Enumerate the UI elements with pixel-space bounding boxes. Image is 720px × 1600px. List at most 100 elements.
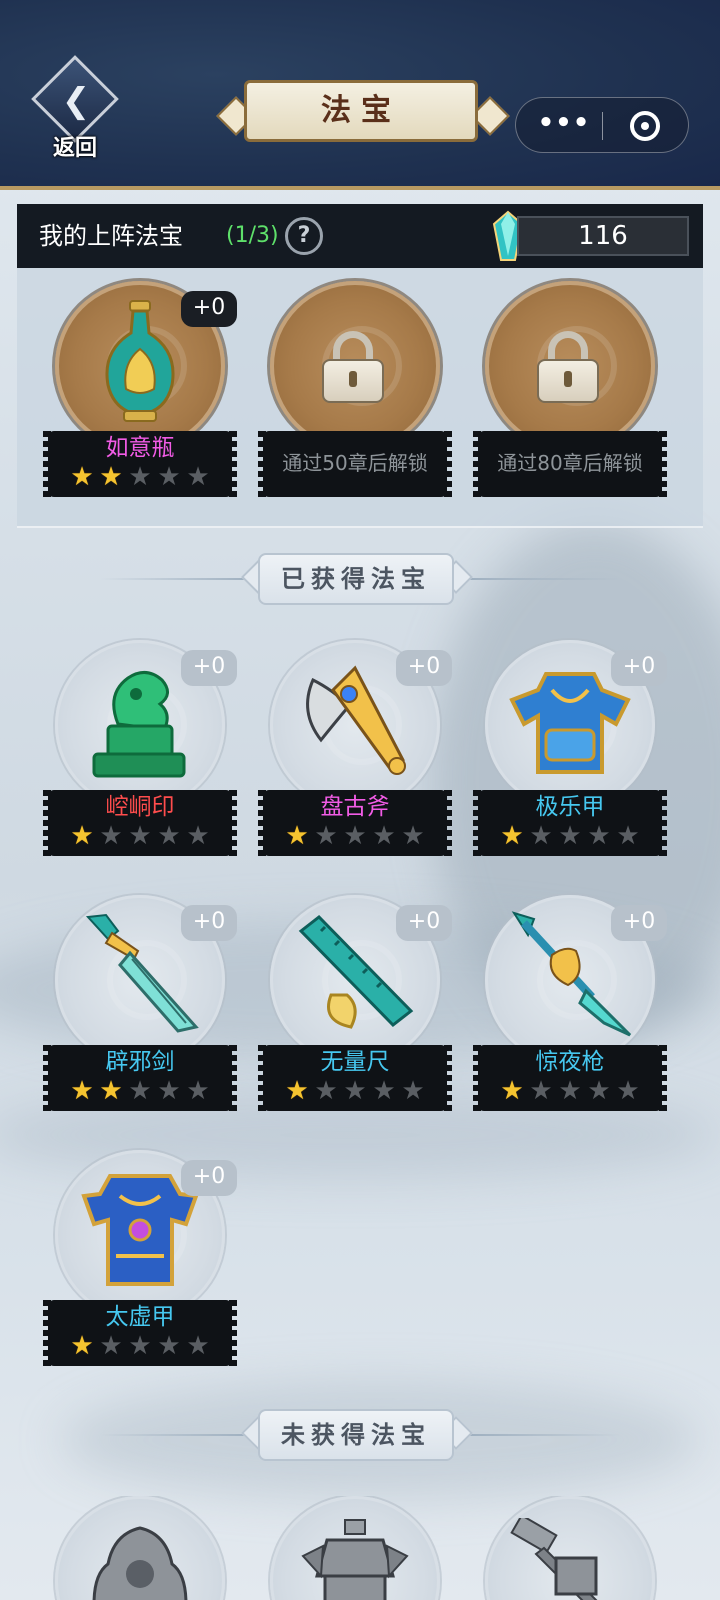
vase-icon bbox=[105, 300, 175, 422]
star-empty-icon: ★ bbox=[401, 1076, 425, 1106]
level-badge: +0 bbox=[181, 905, 237, 941]
star-empty-icon: ★ bbox=[186, 1076, 210, 1106]
equipped-slot-2-locked[interactable]: 通过50章后解锁 bbox=[258, 281, 452, 497]
name-plate: 如意瓶 ★ ★ ★ ★ ★ bbox=[43, 431, 237, 497]
star-empty-icon: ★ bbox=[372, 1076, 396, 1106]
equipped-slot-1[interactable]: +0 如意瓶 ★ ★ ★ ★ ★ bbox=[43, 281, 237, 497]
level-badge: +0 bbox=[181, 1160, 237, 1196]
tripod-icon bbox=[301, 1519, 409, 1600]
axe-icon bbox=[306, 665, 406, 775]
star-empty-icon: ★ bbox=[157, 1331, 181, 1361]
equipped-title: 我的上阵法宝 bbox=[39, 222, 183, 250]
star-empty-icon: ★ bbox=[343, 821, 367, 851]
name-plate: 极乐甲 ★ ★ ★ ★ ★ bbox=[473, 790, 667, 856]
not-obtained-section-header: 未获得法宝 bbox=[0, 1405, 720, 1465]
star-empty-icon: ★ bbox=[372, 821, 396, 851]
level-badge: +0 bbox=[181, 291, 237, 327]
star-rating: ★ ★ ★ ★ ★ bbox=[68, 1332, 218, 1360]
back-arrow-icon: ❮ bbox=[61, 81, 91, 121]
unlock-requirement: 通过80章后解锁 bbox=[497, 451, 643, 475]
star-empty-icon: ★ bbox=[186, 821, 210, 851]
item-name: 崆峒印 bbox=[105, 794, 175, 820]
star-filled-icon: ★ bbox=[70, 1331, 94, 1361]
locked-treasure-card[interactable] bbox=[48, 1496, 232, 1600]
treasure-card[interactable]: +0 盘古斧 ★ ★ ★ ★ ★ bbox=[258, 640, 452, 856]
star-empty-icon: ★ bbox=[186, 462, 210, 492]
star-empty-icon: ★ bbox=[128, 1331, 152, 1361]
star-empty-icon: ★ bbox=[314, 1076, 338, 1106]
item-name: 辟邪剑 bbox=[105, 1049, 175, 1075]
name-plate: 太虚甲 ★ ★ ★ ★ ★ bbox=[43, 1300, 237, 1366]
star-rating: ★ ★ ★ ★ ★ bbox=[68, 463, 218, 491]
header-line-left bbox=[100, 1434, 250, 1436]
title-plate: 法宝 bbox=[216, 80, 510, 142]
hammer-icon bbox=[510, 1518, 598, 1600]
name-plate: 崆峒印 ★ ★ ★ ★ ★ bbox=[43, 790, 237, 856]
star-filled-icon: ★ bbox=[500, 1076, 524, 1106]
star-filled-icon: ★ bbox=[285, 1076, 309, 1106]
equipped-bar: 我的上阵法宝 (1/3) ? 116 bbox=[17, 204, 703, 268]
equipped-slot-3-locked[interactable]: 通过80章后解锁 bbox=[473, 281, 667, 497]
treasure-card[interactable]: +0 无量尺 ★ ★ ★ ★ ★ bbox=[258, 895, 452, 1111]
lock-plate: 通过80章后解锁 bbox=[473, 431, 667, 497]
help-button[interactable]: ? bbox=[285, 217, 323, 255]
treasure-card[interactable]: +0 极乐甲 ★ ★ ★ ★ ★ bbox=[473, 640, 667, 856]
treasure-card[interactable]: +0 太虚甲 ★ ★ ★ ★ ★ bbox=[43, 1150, 237, 1366]
name-plate: 盘古斧 ★ ★ ★ ★ ★ bbox=[258, 790, 452, 856]
bell-icon bbox=[92, 1526, 188, 1600]
more-menu-button[interactable]: ••• bbox=[534, 98, 594, 152]
lock-icon bbox=[322, 331, 384, 403]
star-empty-icon: ★ bbox=[616, 821, 640, 851]
star-rating: ★ ★ ★ ★ ★ bbox=[68, 822, 218, 850]
star-filled-icon: ★ bbox=[99, 1076, 123, 1106]
star-empty-icon: ★ bbox=[529, 821, 553, 851]
star-empty-icon: ★ bbox=[186, 1331, 210, 1361]
treasure-card[interactable]: +0 辟邪剑 ★ ★ ★ ★ ★ bbox=[43, 895, 237, 1111]
back-button[interactable]: ❮ 返回 bbox=[30, 55, 120, 161]
star-empty-icon: ★ bbox=[314, 821, 338, 851]
lock-plate: 通过50章后解锁 bbox=[258, 431, 452, 497]
jade-seal-icon bbox=[92, 671, 186, 778]
level-badge: +0 bbox=[396, 650, 452, 686]
header-line-right bbox=[470, 578, 620, 580]
mini-program-capsule: ••• bbox=[515, 97, 689, 153]
star-empty-icon: ★ bbox=[587, 1076, 611, 1106]
star-rating: ★ ★ ★ ★ ★ bbox=[283, 822, 433, 850]
item-name: 盘古斧 bbox=[320, 794, 390, 820]
star-empty-icon: ★ bbox=[99, 821, 123, 851]
star-filled-icon: ★ bbox=[70, 1076, 94, 1106]
treasure-card[interactable]: +0 惊夜枪 ★ ★ ★ ★ ★ bbox=[473, 895, 667, 1111]
star-empty-icon: ★ bbox=[558, 821, 582, 851]
item-name: 惊夜枪 bbox=[535, 1049, 605, 1075]
section-title: 未获得法宝 bbox=[281, 1420, 431, 1449]
item-name: 太虚甲 bbox=[105, 1304, 175, 1330]
item-name: 无量尺 bbox=[320, 1049, 390, 1075]
star-empty-icon: ★ bbox=[128, 1076, 152, 1106]
locked-treasure-card[interactable] bbox=[478, 1496, 662, 1600]
name-plate: 惊夜枪 ★ ★ ★ ★ ★ bbox=[473, 1045, 667, 1111]
star-empty-icon: ★ bbox=[401, 821, 425, 851]
item-name: 极乐甲 bbox=[535, 794, 605, 820]
star-empty-icon: ★ bbox=[529, 1076, 553, 1106]
top-header: ❮ 返回 法宝 ••• bbox=[0, 0, 720, 190]
item-name: 如意瓶 bbox=[105, 435, 175, 461]
star-empty-icon: ★ bbox=[128, 462, 152, 492]
star-empty-icon: ★ bbox=[157, 821, 181, 851]
star-rating: ★ ★ ★ ★ ★ bbox=[498, 822, 648, 850]
level-badge: +0 bbox=[611, 905, 667, 941]
capsule-divider bbox=[602, 112, 603, 140]
locked-treasure-card[interactable] bbox=[263, 1496, 447, 1600]
star-rating: ★ ★ ★ ★ ★ bbox=[283, 1077, 433, 1105]
star-empty-icon: ★ bbox=[157, 1076, 181, 1106]
star-rating: ★ ★ ★ ★ ★ bbox=[68, 1077, 218, 1105]
star-rating: ★ ★ ★ ★ ★ bbox=[498, 1077, 648, 1105]
star-filled-icon: ★ bbox=[285, 821, 309, 851]
treasure-card[interactable]: +0 崆峒印 ★ ★ ★ ★ ★ bbox=[43, 640, 237, 856]
close-target-icon[interactable] bbox=[630, 111, 660, 141]
page-title: 法宝 bbox=[321, 93, 401, 128]
level-badge: +0 bbox=[396, 905, 452, 941]
lock-icon bbox=[537, 331, 599, 403]
level-badge: +0 bbox=[611, 650, 667, 686]
gem-count: 116 bbox=[517, 216, 689, 256]
header-line-right bbox=[470, 1434, 620, 1436]
